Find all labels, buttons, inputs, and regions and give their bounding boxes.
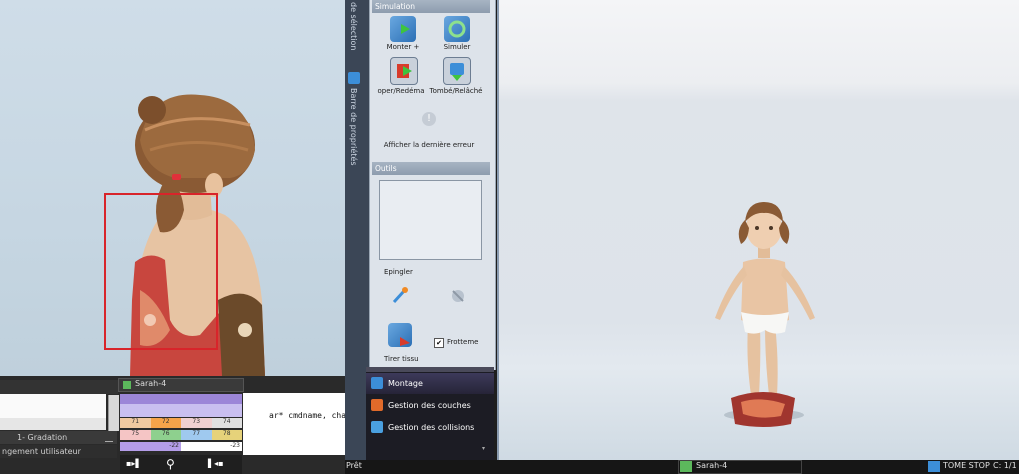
simuler-label: Simuler — [443, 43, 471, 51]
properties-icon[interactable] — [348, 72, 360, 84]
zoom-icon[interactable]: ⚲ — [166, 457, 180, 471]
simulation-header: Simulation — [372, 0, 490, 13]
dock-tab-selection[interactable]: de sélection — [349, 2, 358, 51]
property-row-1[interactable]: 1- Gradation — [0, 431, 117, 444]
pin-tool-icon[interactable] — [390, 285, 410, 305]
error-label[interactable]: Afficher la dernière erreur — [382, 141, 476, 149]
track-cell: 72 — [150, 418, 181, 428]
tab-label: Sarah-4 — [135, 379, 167, 388]
track-cell: 78 — [211, 430, 242, 440]
stop-restart-icon — [397, 64, 412, 78]
tab-sarah-4[interactable]: Sarah-4 — [118, 378, 244, 392]
track-row-1: 71 72 73 74 — [120, 418, 242, 428]
track-cell: 75 — [120, 430, 151, 440]
selection-rectangle — [104, 193, 218, 350]
track-row-2: 75 76 77 78 — [120, 430, 242, 440]
track-cell: 73 — [181, 418, 212, 428]
left-3d-viewport[interactable] — [0, 0, 345, 376]
right-3d-viewport[interactable] — [497, 0, 1019, 460]
stopper-redemarrer-button[interactable] — [390, 57, 418, 85]
status-ready: Prêt — [346, 461, 362, 470]
timeline-toolbar: ▪▸▌ ⚲ ▌◂▪ — [120, 455, 242, 474]
script-editor[interactable]: ar* cmdname, char* d — [243, 393, 365, 455]
nav-collisions-label: Gestion des collisions — [388, 423, 475, 432]
track-cell: -22 — [120, 442, 181, 451]
step-back-icon[interactable]: ▪▸▌ — [126, 459, 142, 469]
layers-icon — [371, 399, 383, 411]
dock-tab-properties[interactable]: Barre de propriétés — [349, 88, 358, 165]
track-cell: 71 — [120, 418, 151, 428]
warning-icon[interactable]: ! — [422, 112, 436, 126]
frotteme-checkbox[interactable]: ✔ — [434, 338, 444, 348]
timeline-header — [0, 380, 118, 394]
avatar-icon — [123, 381, 131, 389]
property-row-2-label: ngement utilisateur — [2, 447, 81, 456]
track-bar-purple — [120, 394, 242, 404]
monter-label: Monter + — [386, 43, 420, 51]
track-cell: 74 — [211, 418, 242, 428]
nav-couches-label: Gestion des couches — [388, 401, 471, 410]
montage-icon — [371, 377, 383, 389]
status-tome-stop: TOME STOP — [943, 461, 990, 470]
tombe-label: Tombé/Relâché — [429, 87, 483, 95]
nav-gestion-couches[interactable]: Gestion des couches — [366, 395, 494, 416]
track-scroll[interactable] — [108, 395, 119, 431]
step-forward-icon[interactable]: ▌◂▪ — [208, 459, 224, 469]
monter-button[interactable] — [390, 16, 416, 42]
property-list — [0, 394, 106, 418]
refresh-icon — [448, 20, 466, 38]
nav-gestion-collisions[interactable]: Gestion des collisions — [366, 417, 494, 438]
property-row-1-label: 1- Gradation — [17, 433, 68, 442]
stopper-label: oper/Redéma — [377, 87, 425, 95]
tirer-tissu-button[interactable] — [388, 323, 412, 347]
character-full-body — [715, 202, 815, 427]
property-row-2[interactable]: ngement utilisateur — [0, 445, 117, 458]
simuler-button[interactable] — [444, 16, 470, 42]
track-bar-lavender — [120, 404, 242, 417]
track-row-3: -22 -23 — [120, 442, 242, 451]
epingler-label: Epingler — [384, 268, 413, 276]
tombe-relache-button[interactable] — [443, 57, 471, 85]
status-counter: C: 1/1 — [993, 461, 1017, 470]
nav-montage-label: Montage — [388, 379, 423, 388]
nav-montage[interactable]: Montage — [366, 373, 494, 394]
avatar-status-box — [678, 460, 802, 474]
unpin-tool-icon[interactable] — [449, 287, 467, 305]
frotteme-label: Frotteme — [447, 338, 479, 346]
drop-garment-icon — [450, 63, 464, 81]
garment-status-icon — [928, 461, 940, 472]
track-cell: -23 — [181, 442, 242, 451]
track-cell: 76 — [150, 430, 181, 440]
play-green-icon — [401, 24, 410, 34]
collision-icon — [371, 421, 383, 433]
track-cell: 77 — [181, 430, 212, 440]
property-row-spacer — [0, 418, 106, 430]
splitter-handle[interactable] — [366, 367, 494, 372]
dash-icon — [105, 431, 113, 442]
pull-cloth-icon — [400, 337, 410, 346]
nav-more-icon[interactable]: ▾ — [482, 445, 485, 452]
pin-preview-box — [379, 180, 482, 260]
tirer-label: Tirer tissu — [384, 355, 419, 363]
outils-header: Outils — [372, 162, 490, 175]
